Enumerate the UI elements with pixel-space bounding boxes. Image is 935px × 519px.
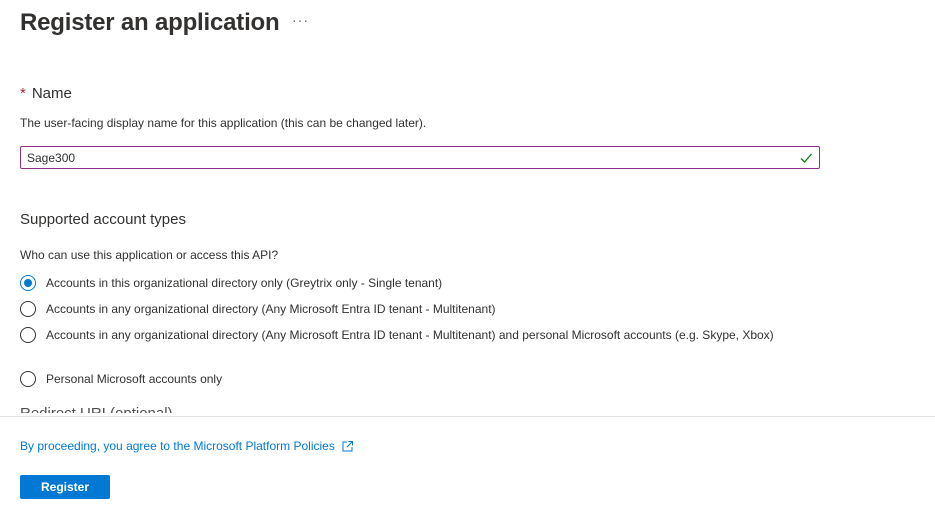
radio-label: Accounts in any organizational directory…	[46, 302, 496, 316]
radio-button[interactable]	[20, 371, 36, 387]
name-field	[20, 146, 820, 169]
platform-policies-link[interactable]: By proceeding, you agree to the Microsof…	[20, 439, 354, 453]
radio-button[interactable]	[20, 327, 36, 343]
page-header: Register an application	[20, 6, 280, 40]
platform-policies-text: By proceeding, you agree to the Microsof…	[20, 439, 335, 453]
required-marker: *	[20, 85, 26, 102]
name-label-text: Name	[31, 85, 72, 102]
radio-label: Personal Microsoft accounts only	[46, 372, 223, 386]
radio-option-multitenant[interactable]: Accounts in any organizational directory…	[20, 301, 816, 318]
external-link-icon	[342, 440, 353, 451]
more-options-button[interactable]: ···	[292, 12, 309, 28]
redirect-uri-label-partial: Redirect URI (optional)	[20, 405, 173, 413]
name-description: The user-facing display name for this ap…	[20, 116, 427, 130]
radio-label: Accounts in any organizational directory…	[46, 328, 774, 342]
account-types-title: Supported account types	[20, 211, 186, 228]
name-input[interactable]	[21, 148, 799, 167]
footer-divider	[0, 416, 935, 417]
account-types-question: Who can use this application or access t…	[20, 248, 279, 262]
radio-button[interactable]	[20, 301, 36, 317]
radio-option-single-tenant[interactable]: Accounts in this organizational director…	[20, 275, 816, 292]
radio-option-multitenant-personal[interactable]: Accounts in any organizational directory…	[20, 327, 816, 344]
radio-label: Accounts in this organizational director…	[46, 276, 443, 290]
checkmark-icon	[800, 153, 812, 163]
radio-option-personal-only[interactable]: Personal Microsoft accounts only	[20, 371, 816, 388]
page-title: Register an application	[20, 9, 280, 36]
name-label: * Name	[20, 85, 72, 102]
radio-button-selected[interactable]	[20, 275, 36, 291]
register-button[interactable]: Register	[20, 475, 110, 499]
